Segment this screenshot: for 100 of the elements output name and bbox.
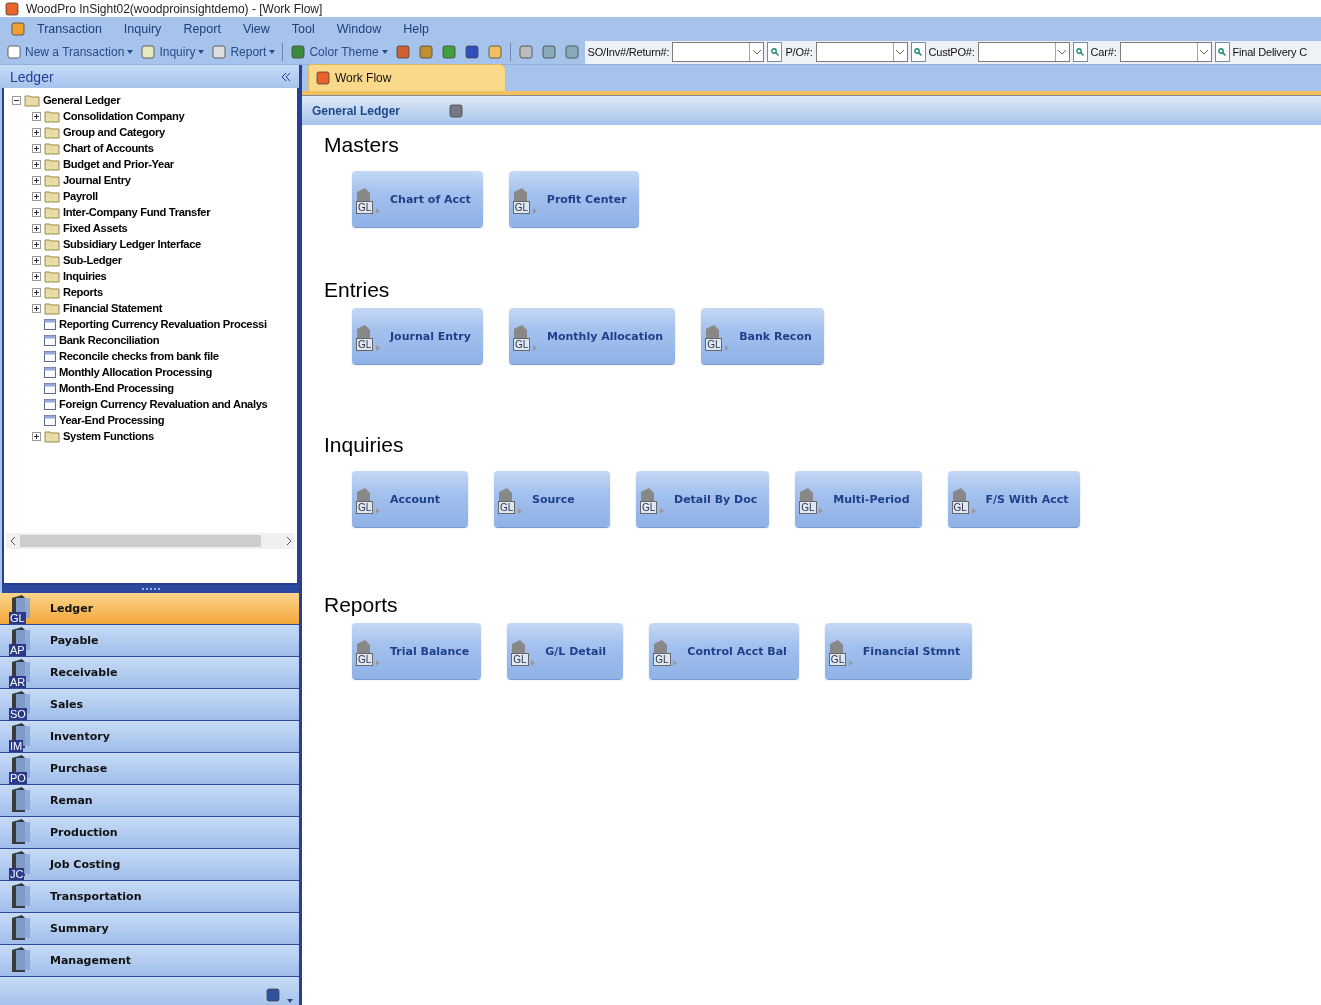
lookup-field[interactable]	[1119, 42, 1212, 62]
tree-item[interactable]: Inquiries	[63, 270, 107, 282]
tree-item[interactable]: Budget and Prior-Year	[63, 158, 174, 170]
field-label: Car#:	[1090, 46, 1117, 58]
section-title: Inquiries	[324, 433, 405, 458]
workflow-tile[interactable]: GL Monthly Allocation	[508, 308, 676, 364]
workflow-tile[interactable]: GL Journal Entry	[352, 308, 483, 364]
tree-item[interactable]: Fixed Assets	[63, 222, 128, 234]
tree-item[interactable]: Reconcile checks from bank file	[59, 350, 219, 362]
scroll-right-icon[interactable]	[285, 537, 291, 545]
module-button[interactable]: PO Purchase	[0, 753, 299, 785]
expand-toggle-icon[interactable]	[32, 127, 41, 137]
workflow-tile[interactable]: GL Bank Recon	[701, 308, 824, 364]
folder-icon	[44, 269, 60, 283]
menu-item[interactable]: View	[231, 21, 281, 36]
expand-toggle-icon[interactable]	[32, 239, 41, 249]
menu-item[interactable]: Help	[392, 21, 440, 36]
toolbar-button[interactable]: New a Transaction	[4, 44, 136, 60]
section-title: Reports	[324, 593, 399, 618]
module-button[interactable]: Reman	[0, 785, 299, 817]
search-button[interactable]	[1214, 42, 1230, 62]
module-button[interactable]: Transportation	[0, 881, 299, 913]
tree-item[interactable]: Sub-Ledger	[63, 254, 122, 266]
form-icon	[44, 366, 56, 378]
folder-icon	[44, 205, 60, 219]
lookup-field[interactable]	[977, 42, 1070, 62]
horizontal-scrollbar[interactable]	[6, 533, 295, 549]
menu-item[interactable]: Transaction	[26, 21, 113, 36]
tree-item[interactable]: Chart of Accounts	[63, 142, 154, 154]
tree-item[interactable]: Reports	[63, 286, 103, 298]
tree-item[interactable]: Year-End Processing	[59, 414, 165, 426]
workflow-tile[interactable]: GL Control Acct Bal	[649, 623, 799, 679]
tree-item[interactable]: Subsidiary Ledger Interface	[63, 238, 201, 250]
workflow-tile[interactable]: GL F/S With Acct	[947, 471, 1081, 527]
workflow-tile[interactable]: GL Detail By Doc	[636, 471, 770, 527]
workflow-tile[interactable]: GL Multi-Period	[795, 471, 922, 527]
tree-item[interactable]: System Functions	[63, 430, 154, 442]
toolbar-button[interactable]: Inquiry	[138, 44, 207, 60]
expand-toggle-icon[interactable]	[32, 255, 41, 265]
workflow-tile[interactable]: GL Chart of Acct	[352, 171, 483, 227]
module-button[interactable]: JC Job Costing	[0, 849, 299, 881]
scroll-left-icon[interactable]	[10, 537, 16, 545]
toolbar-button[interactable]: Report	[209, 44, 278, 60]
expand-toggle-icon[interactable]	[32, 159, 41, 169]
tree-item[interactable]: Group and Category	[63, 126, 165, 138]
lookup-field[interactable]	[815, 42, 908, 62]
tree-item[interactable]: General Ledger	[43, 94, 121, 106]
module-button[interactable]: AP Payable	[0, 625, 299, 657]
toolbar-icon	[6, 44, 22, 60]
tree-item[interactable]: Inter-Company Fund Transfer	[63, 206, 211, 218]
expand-toggle-icon[interactable]	[32, 287, 41, 297]
expand-toggle-icon[interactable]	[32, 191, 41, 201]
search-button[interactable]	[1072, 42, 1088, 62]
search-button[interactable]	[910, 42, 926, 62]
section-title: Masters	[324, 133, 400, 158]
tree-item[interactable]: Journal Entry	[63, 174, 131, 186]
module-button[interactable]: Production	[0, 817, 299, 849]
menu-item[interactable]: Report	[172, 21, 232, 36]
search-icon	[914, 48, 922, 56]
expand-toggle-icon[interactable]	[32, 175, 41, 185]
menu-item[interactable]: Window	[325, 21, 393, 36]
tree-item[interactable]: Month-End Processing	[59, 382, 174, 394]
module-button[interactable]: GL Ledger	[0, 593, 299, 625]
expand-toggle-icon[interactable]	[32, 223, 41, 233]
expand-toggle-icon[interactable]	[32, 271, 41, 281]
module-button[interactable]: Management	[0, 945, 299, 977]
expand-toggle-icon[interactable]	[32, 431, 41, 441]
expand-toggle-icon[interactable]	[32, 143, 41, 153]
expand-toggle-icon[interactable]	[32, 303, 41, 313]
workflow-tile[interactable]: GL Profit Center	[508, 171, 639, 227]
toolbar-button[interactable]: Color Theme	[288, 44, 390, 60]
tree-item[interactable]: Consolidation Company	[63, 110, 185, 122]
expand-toggle-icon[interactable]	[32, 207, 41, 217]
tool-icon	[394, 44, 411, 60]
workflow-tile[interactable]: GL Account	[352, 471, 468, 527]
tree-item[interactable]: Payroll	[63, 190, 98, 202]
module-button[interactable]: Summary	[0, 913, 299, 945]
tree-item[interactable]: Foreign Currency Revaluation and Analys	[59, 398, 268, 410]
splitter-handle[interactable]	[2, 585, 299, 593]
expand-toggle-icon[interactable]	[32, 111, 41, 121]
tree-item[interactable]: Bank Reconciliation	[59, 334, 160, 346]
tree-item[interactable]: Financial Statement	[63, 302, 163, 314]
module-button[interactable]: AR Receivable	[0, 657, 299, 689]
workflow-tile[interactable]: GL Financial Stmnt	[824, 623, 973, 679]
workflow-tile[interactable]: GL Trial Balance	[352, 623, 482, 679]
tree-item[interactable]: Monthly Allocation Processing	[59, 366, 212, 378]
workflow-tile[interactable]: GL Source	[494, 471, 610, 527]
chevron-icon	[1200, 49, 1208, 55]
lookup-field[interactable]	[672, 42, 765, 62]
app-icon	[315, 70, 331, 86]
workflow-tile[interactable]: GL G/L Detail	[507, 623, 624, 679]
menu-item[interactable]: Tool	[280, 21, 326, 36]
tab[interactable]: Work Flow	[308, 64, 506, 91]
tree-item[interactable]: Reporting Currency Revaluation Processi	[59, 318, 267, 330]
search-button[interactable]	[767, 42, 783, 62]
section-title: Entries	[324, 278, 391, 303]
module-button[interactable]: SO Sales	[0, 689, 299, 721]
module-button[interactable]: IM Inventory	[0, 721, 299, 753]
collapse-toggle-icon[interactable]	[12, 95, 21, 105]
menu-item[interactable]: Inquiry	[112, 21, 173, 36]
